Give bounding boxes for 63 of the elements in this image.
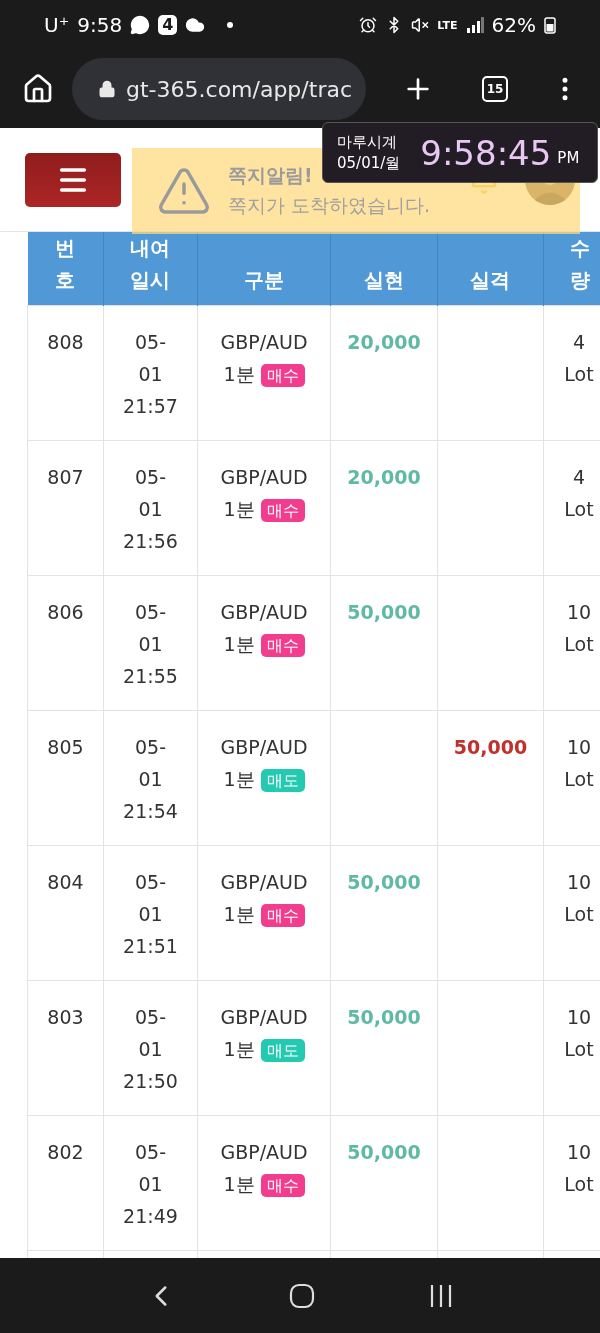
table-cell: GBP/AUD 1분 매수 bbox=[197, 305, 331, 440]
table-cell: GBP/AUD 1분 매수 bbox=[197, 845, 331, 980]
tab-count[interactable]: 15 bbox=[482, 76, 508, 102]
menu-button[interactable] bbox=[25, 152, 121, 207]
side-tag: 매도 bbox=[260, 1038, 305, 1062]
table-cell: GBP/AUD 1분 매수 bbox=[197, 440, 331, 575]
table-cell: 50,000 bbox=[437, 710, 544, 845]
table-cell: 805 bbox=[27, 710, 104, 845]
table-cell: 05- 01 21:50 bbox=[103, 980, 198, 1115]
column-header: 구분 bbox=[197, 232, 331, 305]
notification-dot bbox=[227, 22, 234, 28]
side-tag: 매수 bbox=[260, 363, 305, 387]
clock-meridiem: PM bbox=[557, 148, 580, 167]
side-tag: 매수 bbox=[260, 498, 305, 522]
signal-icon bbox=[465, 17, 484, 33]
carrier-text: U⁺ bbox=[44, 13, 70, 37]
table-cell: 20,000 bbox=[330, 440, 438, 575]
home-icon[interactable] bbox=[22, 73, 54, 105]
address-bar[interactable]: gt-365.com/app/trac bbox=[72, 58, 366, 120]
side-tag: 매수 bbox=[260, 1173, 305, 1197]
battery-percent: 62% bbox=[491, 13, 536, 37]
alarm-icon bbox=[359, 16, 378, 34]
clock-time: 9:58:45 bbox=[420, 132, 552, 173]
cloud-icon bbox=[185, 15, 206, 35]
table-cell: 4 Lot bbox=[543, 305, 600, 440]
table-cell: 50,000 bbox=[330, 845, 438, 980]
table-cell: 50,000 bbox=[330, 1115, 438, 1250]
table-cell: 20,000 bbox=[330, 305, 438, 440]
table-cell: 05- 01 21:54 bbox=[103, 710, 198, 845]
table-cell: 50,000 bbox=[330, 575, 438, 710]
table-cell: 05- 01 21:56 bbox=[103, 440, 198, 575]
toast-message: 쪽지가 도착하였습니다. bbox=[228, 193, 431, 218]
table-cell: GBP/AUD 1분 매도 bbox=[197, 980, 331, 1115]
table-cell: 802 bbox=[27, 1115, 104, 1250]
table-cell: 05- 01 21:55 bbox=[103, 575, 198, 710]
table-cell: GBP/AUD 1분 매수 bbox=[197, 575, 331, 710]
column-header: 내여 일시 bbox=[103, 232, 198, 305]
table-cell: GBP/AUD 1분 매수 bbox=[197, 1115, 331, 1250]
column-header: 실현 bbox=[330, 232, 438, 305]
status-time: 9:58 bbox=[77, 13, 123, 37]
column-header: 수 량 bbox=[543, 232, 600, 305]
table-cell: GBP/AUD 1분 매도 bbox=[197, 710, 331, 845]
battery-icon bbox=[544, 16, 556, 34]
side-tag: 매수 bbox=[260, 633, 305, 657]
column-header: 번 호 bbox=[27, 232, 104, 305]
notification-count: 4 bbox=[158, 15, 178, 35]
table-cell: 05- 01 21:49 bbox=[103, 1115, 198, 1250]
table-cell: 05- 01 21:51 bbox=[103, 845, 198, 980]
side-tag: 매수 bbox=[260, 903, 305, 927]
table-cell: 803 bbox=[27, 980, 104, 1115]
clock-title: 마루시계 bbox=[337, 132, 398, 152]
column-header: 실격 bbox=[437, 232, 544, 305]
table-cell: 50,000 bbox=[330, 980, 438, 1115]
side-tag: 매도 bbox=[260, 768, 305, 792]
network-type: LTE bbox=[437, 18, 458, 32]
mute-icon bbox=[411, 16, 430, 34]
chat-icon bbox=[130, 15, 151, 35]
table-cell: 808 bbox=[27, 305, 104, 440]
table-cell: 804 bbox=[27, 845, 104, 980]
table-cell: 806 bbox=[27, 575, 104, 710]
table-cell: 807 bbox=[27, 440, 104, 575]
table-cell: 05- 01 21:57 bbox=[103, 305, 198, 440]
clock-date: 05/01/월 bbox=[337, 153, 401, 173]
